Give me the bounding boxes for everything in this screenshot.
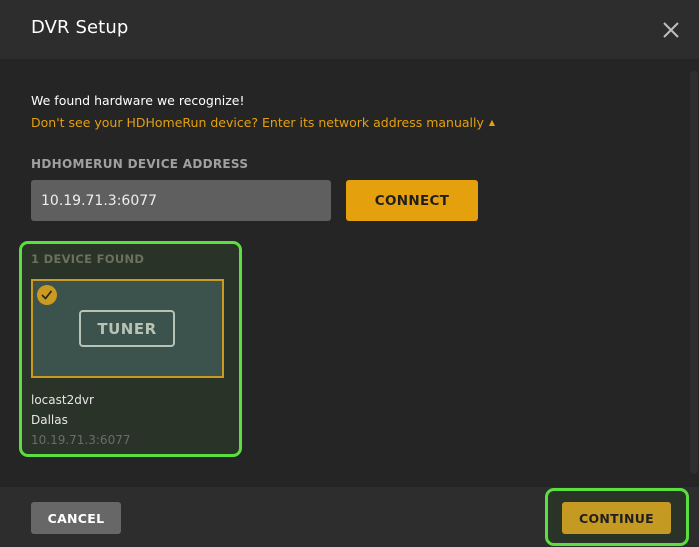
devices-found-panel: 1 DEVICE FOUND TUNER locast2dvr Dallas 1… — [19, 241, 242, 457]
dialog-title: DVR Setup — [31, 17, 129, 38]
close-button[interactable] — [660, 19, 682, 41]
check-circle-icon — [37, 285, 57, 305]
dialog-header: DVR Setup — [0, 0, 699, 59]
device-address-label: HDHOMERUN DEVICE ADDRESS — [31, 157, 249, 171]
tuner-icon: TUNER — [79, 310, 175, 347]
continue-button[interactable]: CONTINUE — [562, 502, 671, 534]
caret-up-icon: ▲ — [488, 118, 496, 127]
device-location: Dallas — [31, 413, 68, 427]
device-card[interactable]: TUNER — [31, 279, 224, 378]
scrollbar[interactable] — [690, 71, 698, 474]
connect-button[interactable]: CONNECT — [346, 180, 478, 221]
device-count-label: 1 DEVICE FOUND — [31, 252, 145, 266]
dialog-footer: CANCEL CONTINUE — [0, 487, 699, 547]
manual-address-link-text: Don't see your HDHomeRun device? Enter i… — [31, 115, 484, 130]
close-icon — [663, 22, 679, 38]
device-name: locast2dvr — [31, 393, 94, 407]
manual-address-link[interactable]: Don't see your HDHomeRun device? Enter i… — [31, 115, 495, 130]
device-address: 10.19.71.3:6077 — [31, 433, 131, 447]
cancel-button[interactable]: CANCEL — [31, 502, 121, 534]
device-address-input[interactable] — [31, 180, 331, 221]
dvr-setup-dialog: DVR Setup We found hardware we recognize… — [0, 0, 699, 547]
found-message: We found hardware we recognize! — [31, 93, 245, 108]
device-type-label: TUNER — [97, 319, 157, 338]
continue-highlight: CONTINUE — [545, 488, 689, 546]
